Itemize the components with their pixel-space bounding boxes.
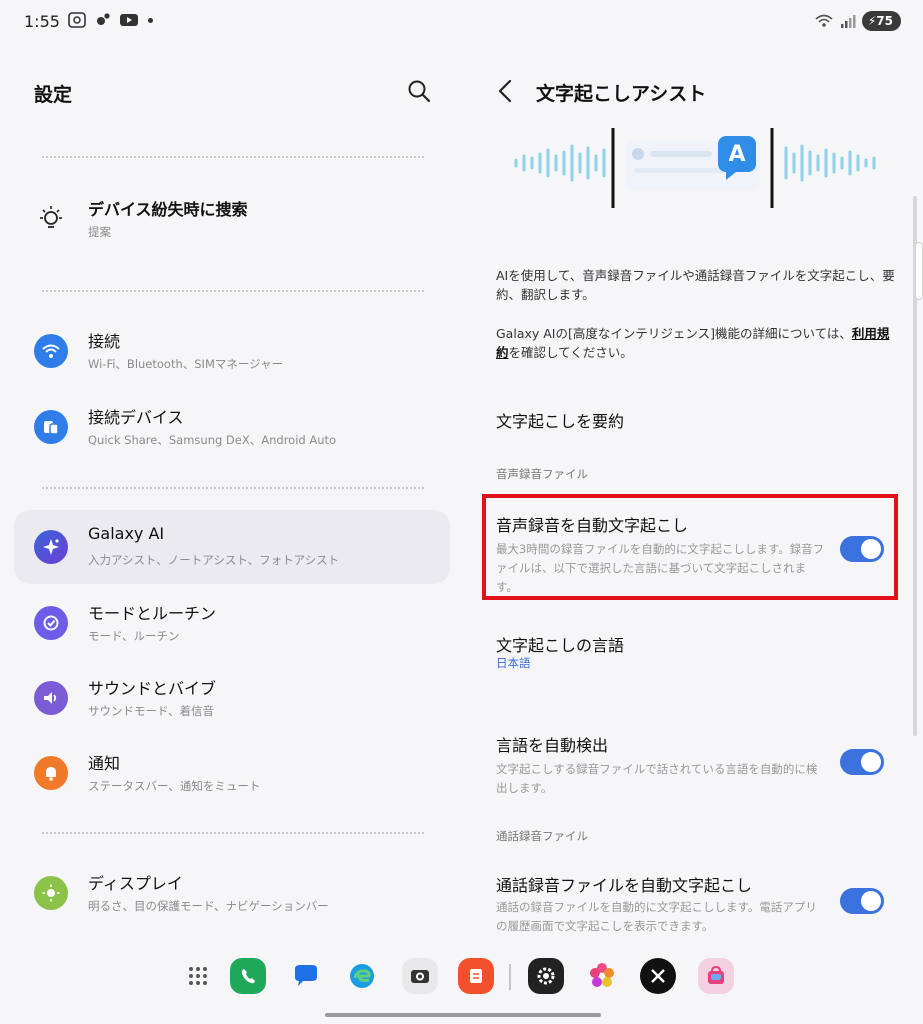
youtube-icon <box>120 14 138 26</box>
call-auto-transcribe-sub: 通話の録音ファイルを自動的に文字起こしします。電話アプリの履歴画面で文字起こしを… <box>496 900 817 933</box>
lightbulb-icon <box>34 202 68 236</box>
settings-item-find-device[interactable]: デバイス紛失時に捜索 提案 <box>14 182 450 256</box>
wifi-icon <box>815 14 833 27</box>
screenshot-icon <box>68 12 86 28</box>
battery-icon: ⚡ 75 <box>861 11 901 31</box>
toggle-knob <box>861 539 881 559</box>
toggle-knob <box>861 891 881 911</box>
transcription-language-value: 日本語 <box>496 656 531 670</box>
terms-suffix: を確認してください。 <box>508 345 633 360</box>
auto-transcribe-title[interactable]: 音声録音を自動文字起こし <box>496 512 688 536</box>
bell-icon <box>34 756 68 790</box>
divider <box>42 290 424 292</box>
toggle-knob <box>861 752 881 772</box>
galaxy-ai-icon <box>34 530 68 564</box>
sun-icon <box>34 876 68 910</box>
item-title: 通知 <box>88 754 121 773</box>
item-sub: 提案 <box>88 225 111 239</box>
feature-description: AIを使用して、音声録音ファイルや通話録音ファイルを文字起こし、要約、翻訳します… <box>496 268 895 302</box>
signal-icon <box>840 15 856 28</box>
settings-item-sound[interactable]: サウンドとバイブ サウンドモード、着信音 <box>14 661 450 735</box>
divider <box>42 832 424 834</box>
section-call-recordings: 通話録音ファイル <box>496 829 588 843</box>
messages-icon[interactable] <box>288 958 324 994</box>
item-title: Galaxy AI <box>88 524 165 543</box>
auto-transcribe-sub: 最大3時間の録音ファイルを自動的に文字起こしします。録音ファイルは、以下で選択し… <box>496 542 825 594</box>
settings-item-connections[interactable]: 接続 Wi-Fi、Bluetooth、SIMマネージャー <box>14 314 450 388</box>
home-indicator[interactable] <box>325 1013 601 1017</box>
store-icon[interactable] <box>698 958 734 994</box>
section-voice-recordings: 音声録音ファイル <box>496 467 588 481</box>
battery-level: 75 <box>876 14 893 28</box>
sound-icon <box>34 681 68 715</box>
illustration-badge-letter: A <box>728 142 746 167</box>
settings-item-display[interactable]: ディスプレイ 明るさ、目の保護モード、ナビゲーションバー <box>14 856 450 930</box>
settings-item-modes-routines[interactable]: モードとルーチン モード、ルーチン <box>14 586 450 660</box>
item-sub: 明るさ、目の保護モード、ナビゲーションバー <box>88 899 329 913</box>
settings-list-panel: 設定 デバイス紛失時に捜索 提案 接続 Wi-Fi、Bluetooth、SIMマ… <box>0 46 462 946</box>
terms-notice: Galaxy AIの[高度なインテリジェンス]機能の詳細については、利用規約を確… <box>496 324 896 362</box>
settings-item-notifications[interactable]: 通知 ステータスバー、通知をミュート <box>14 736 450 810</box>
item-sub: 入力アシスト、ノートアシスト、フォトアシスト <box>88 553 340 567</box>
scroll-handle[interactable] <box>915 242 923 300</box>
transcription-language-title[interactable]: 文字起こしの言語 <box>496 632 624 656</box>
search-icon[interactable] <box>406 78 432 104</box>
edge-icon[interactable] <box>344 958 380 994</box>
call-auto-transcribe-title[interactable]: 通話録音ファイルを自動文字起こし <box>496 872 752 896</box>
routine-icon <box>34 606 68 640</box>
taskbar-dock <box>0 950 923 1006</box>
summarize-transcript-row[interactable]: 文字起こしを要約 <box>496 408 624 432</box>
item-title: サウンドとバイブ <box>88 679 217 698</box>
item-sub: ステータスバー、通知をミュート <box>88 779 261 793</box>
item-sub: Quick Share、Samsung DeX、Android Auto <box>88 433 337 447</box>
status-bar: 1:55 ⚡ 75 <box>0 0 923 46</box>
call-auto-transcribe-toggle[interactable] <box>840 888 884 914</box>
divider <box>42 487 424 489</box>
page-title: 文字起こしアシスト <box>536 83 707 105</box>
item-title: モードとルーチン <box>88 604 217 623</box>
item-sub: モード、ルーチン <box>88 629 180 643</box>
status-left-icons <box>68 12 153 28</box>
wifi-icon <box>34 334 68 368</box>
item-title: 接続デバイス <box>88 408 184 427</box>
item-title: 接続 <box>88 332 121 351</box>
item-sub: サウンドモード、着信音 <box>88 704 215 718</box>
settings-sync-icon <box>97 13 110 25</box>
x-icon[interactable] <box>640 958 676 994</box>
settings-item-connected-devices[interactable]: 接続デバイス Quick Share、Samsung DeX、Android A… <box>14 390 450 464</box>
status-right-icons: ⚡ 75 <box>814 11 901 31</box>
dock-separator <box>509 964 511 990</box>
devices-icon <box>34 410 68 444</box>
divider <box>42 156 424 158</box>
terms-prefix: Galaxy AIの[高度なインテリジェンス]機能の詳細については、 <box>496 326 852 341</box>
settings-item-galaxy-ai[interactable]: Galaxy AI 入力アシスト、ノートアシスト、フォトアシスト <box>14 510 450 584</box>
settings-icon[interactable] <box>528 958 564 994</box>
item-title: ディスプレイ <box>88 874 183 893</box>
item-sub: Wi-Fi、Bluetooth、SIMマネージャー <box>88 357 284 371</box>
phone-icon[interactable] <box>230 958 266 994</box>
notification-dot <box>148 17 153 23</box>
transcript-assist-panel: 文字起こしアシスト A AIを使用して、音声録音ファイルや通話録音ファイルを文字… <box>462 46 923 946</box>
status-time: 1:55 <box>24 12 60 31</box>
app-drawer-icon[interactable] <box>180 958 216 994</box>
page-title: 設定 <box>34 84 73 106</box>
gallery-icon[interactable] <box>584 958 620 994</box>
item-title: デバイス紛失時に捜索 <box>88 200 248 219</box>
auto-detect-language-toggle[interactable] <box>840 749 884 775</box>
notes-icon[interactable] <box>458 958 494 994</box>
auto-detect-language-title[interactable]: 言語を自動検出 <box>496 732 608 756</box>
auto-transcribe-toggle[interactable] <box>840 536 884 562</box>
auto-detect-language-sub: 文字起こしする録音ファイルで話されている言語を自動的に検出します。 <box>496 762 818 795</box>
camera-icon[interactable] <box>402 958 438 994</box>
back-arrow-icon[interactable] <box>494 78 516 104</box>
transcript-illustration <box>514 128 876 208</box>
